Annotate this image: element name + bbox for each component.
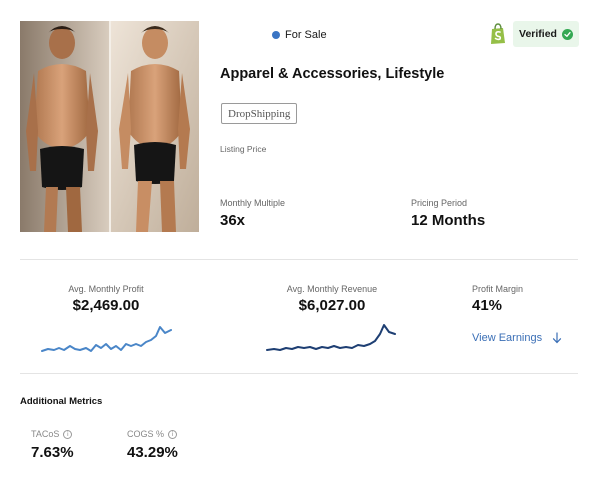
listing-title: Apparel & Accessories, Lifestyle bbox=[220, 66, 445, 82]
check-circle-icon bbox=[561, 28, 573, 40]
verified-badge: Verified bbox=[513, 21, 579, 47]
avg-monthly-revenue-value: $6,027.00 bbox=[298, 297, 366, 314]
avg-monthly-profit-value: $2,469.00 bbox=[72, 297, 140, 314]
pricing-period-label: Pricing Period bbox=[411, 198, 468, 208]
revenue-sparkline bbox=[266, 324, 396, 351]
product-image bbox=[20, 21, 199, 232]
monthly-multiple-value: 36x bbox=[220, 212, 246, 229]
additional-metrics-title: Additional Metrics bbox=[20, 396, 103, 407]
profit-margin-value: 41% bbox=[472, 297, 503, 314]
info-icon[interactable]: i bbox=[168, 429, 178, 439]
info-icon[interactable]: i bbox=[63, 429, 73, 439]
listing-status: For Sale bbox=[272, 29, 327, 41]
status-label: For Sale bbox=[285, 29, 327, 41]
verified-label: Verified bbox=[519, 28, 557, 40]
tacos-value: 7.63% bbox=[31, 444, 74, 461]
shopify-icon bbox=[487, 23, 509, 45]
listing-price-label: Listing Price bbox=[220, 144, 267, 154]
view-earnings-label: View Earnings bbox=[472, 332, 543, 344]
tacos-label: TACoS bbox=[31, 429, 60, 439]
section-divider bbox=[20, 259, 578, 260]
view-earnings-link[interactable]: View Earnings bbox=[472, 332, 562, 344]
tacos-label-group: TACoS i bbox=[31, 429, 73, 439]
monthly-multiple-label: Monthly Multiple bbox=[220, 198, 286, 208]
category-tag: DropShipping bbox=[221, 103, 298, 124]
profit-margin-label: Profit Margin bbox=[472, 284, 524, 294]
avg-monthly-revenue-label: Avg. Monthly Revenue bbox=[286, 284, 378, 294]
pricing-period-value: 12 Months bbox=[411, 212, 486, 229]
status-dot-icon bbox=[272, 31, 280, 39]
avg-monthly-profit-label: Avg. Monthly Profit bbox=[68, 284, 144, 294]
section-divider bbox=[20, 373, 578, 374]
cogs-value: 43.29% bbox=[127, 444, 178, 461]
profit-sparkline bbox=[41, 326, 172, 352]
arrow-down-icon bbox=[553, 332, 562, 344]
cogs-label-group: COGS % i bbox=[127, 429, 178, 439]
cogs-label: COGS % bbox=[127, 429, 165, 439]
